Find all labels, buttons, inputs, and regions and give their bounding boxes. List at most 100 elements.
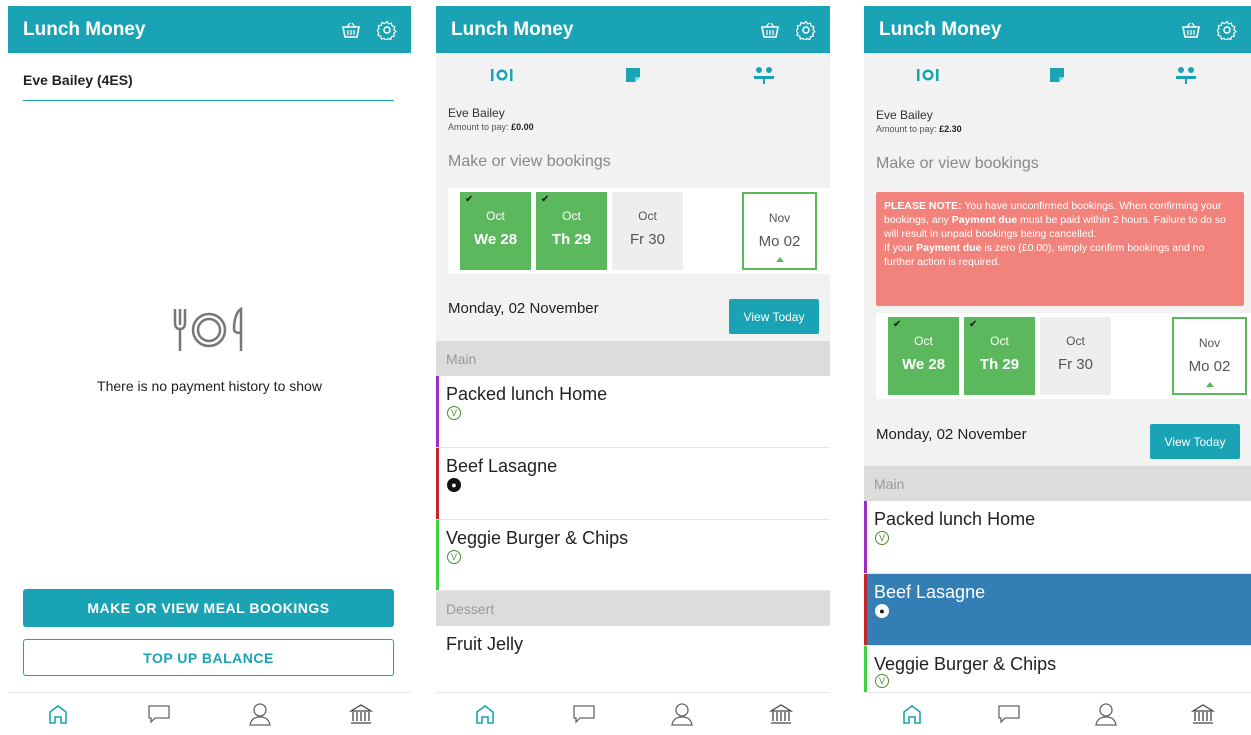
plate-cutlery-icon bbox=[169, 305, 251, 360]
bank-icon[interactable] bbox=[1154, 702, 1251, 726]
bottom-nav bbox=[436, 692, 830, 735]
meal-item[interactable]: Packed lunch Home V bbox=[864, 501, 1251, 574]
day-month: Oct bbox=[914, 334, 933, 348]
day-month: Oct bbox=[990, 334, 1009, 348]
screen-payment-history: Lunch Money Eve Bailey (4ES) There is no… bbox=[8, 0, 411, 735]
gear-icon[interactable] bbox=[377, 20, 397, 40]
basket-icon[interactable] bbox=[1181, 21, 1201, 39]
day-nov-02[interactable]: Nov Mo 02 bbox=[1172, 317, 1247, 395]
gear-icon[interactable] bbox=[796, 20, 816, 40]
checkmark-icon: ✔ bbox=[541, 194, 550, 205]
day-oct-28[interactable]: ✔ Oct We 28 bbox=[460, 192, 531, 270]
day-month: Oct bbox=[486, 209, 505, 223]
basket-icon[interactable] bbox=[341, 21, 361, 39]
day-oct-30[interactable]: Oct Fr 30 bbox=[612, 192, 683, 270]
child-name: Eve Bailey bbox=[448, 106, 505, 120]
date-strip: ✔ Oct We 28 ✔ Oct Th 29 Oct Fr 30 Nov Mo… bbox=[448, 188, 830, 274]
day-month: Nov bbox=[768, 211, 791, 225]
checkmark-icon: ✔ bbox=[893, 319, 902, 330]
meal-item[interactable]: Veggie Burger & Chips V bbox=[864, 646, 1251, 694]
notice-label: PLEASE NOTE: bbox=[884, 200, 962, 212]
user-icon[interactable] bbox=[1058, 702, 1155, 726]
meal-accent bbox=[436, 376, 439, 447]
plate-cutlery-icon[interactable] bbox=[437, 53, 567, 97]
meal-accent bbox=[864, 501, 867, 573]
bottom-nav bbox=[864, 692, 1251, 735]
note-icon[interactable] bbox=[568, 53, 698, 97]
day-label: Fr 30 bbox=[629, 231, 665, 248]
home-icon[interactable] bbox=[864, 703, 961, 725]
chat-icon[interactable] bbox=[961, 704, 1058, 724]
day-oct-30[interactable]: Oct Fr 30 bbox=[1040, 317, 1111, 395]
day-label: Fr 30 bbox=[1057, 356, 1093, 373]
app-title: Lunch Money bbox=[879, 18, 1002, 40]
day-label: We 28 bbox=[901, 356, 946, 373]
meal-accent bbox=[436, 448, 439, 519]
section-dessert: Dessert bbox=[436, 591, 830, 626]
section-tabs bbox=[864, 53, 1251, 97]
app-title: Lunch Money bbox=[451, 18, 574, 40]
view-today-button[interactable]: View Today bbox=[1150, 424, 1240, 459]
day-oct-29[interactable]: ✔ Oct Th 29 bbox=[964, 317, 1035, 395]
meal-item[interactable]: Veggie Burger & Chips V bbox=[436, 520, 830, 591]
user-icon[interactable] bbox=[633, 702, 732, 726]
make-view-bookings-heading: Make or view bookings bbox=[876, 155, 1039, 172]
app-bar: Lunch Money bbox=[436, 6, 830, 53]
bank-icon[interactable] bbox=[732, 702, 831, 726]
make-view-bookings-heading: Make or view bookings bbox=[448, 153, 611, 170]
home-icon[interactable] bbox=[436, 703, 535, 725]
screen-bookings-unconfirmed: Lunch Money Eve Bailey Amount to pay: £2… bbox=[864, 0, 1251, 735]
day-month: Oct bbox=[1066, 334, 1085, 348]
selected-date-heading: Monday, 02 November bbox=[448, 300, 599, 317]
selected-date-heading: Monday, 02 November bbox=[876, 426, 1027, 443]
meal-item[interactable]: Beef Lasagne ● bbox=[436, 448, 830, 520]
day-label: Th 29 bbox=[979, 356, 1020, 373]
meal-name: Packed lunch Home bbox=[874, 509, 1036, 529]
meal-name: Fruit Jelly bbox=[446, 634, 524, 654]
basket-icon[interactable] bbox=[760, 21, 780, 39]
home-icon[interactable] bbox=[8, 703, 109, 725]
day-month: Oct bbox=[562, 209, 581, 223]
gear-icon[interactable] bbox=[1217, 20, 1237, 40]
vegetarian-icon: V bbox=[447, 550, 461, 564]
view-today-button[interactable]: View Today bbox=[729, 299, 819, 334]
meal-accent bbox=[864, 646, 867, 694]
notice-bold: Payment due bbox=[916, 242, 982, 254]
meal-item[interactable]: Fruit Jelly bbox=[436, 626, 830, 692]
chat-icon[interactable] bbox=[109, 704, 210, 724]
user-icon[interactable] bbox=[210, 702, 311, 726]
chat-icon[interactable] bbox=[535, 704, 634, 724]
meal-name: Veggie Burger & Chips bbox=[874, 654, 1057, 674]
day-month: Nov bbox=[1198, 336, 1221, 350]
plate-cutlery-icon[interactable] bbox=[865, 53, 993, 97]
day-oct-29[interactable]: ✔ Oct Th 29 bbox=[536, 192, 607, 270]
beef-icon: ● bbox=[875, 604, 889, 618]
people-icon[interactable] bbox=[1123, 53, 1251, 97]
day-label: Mo 02 bbox=[1188, 358, 1231, 375]
meal-item[interactable]: Packed lunch Home V bbox=[436, 376, 830, 448]
screen-bookings: Lunch Money Eve Bailey Amount to pay: £0… bbox=[436, 0, 830, 735]
top-up-balance-button[interactable]: TOP UP BALANCE bbox=[23, 639, 394, 676]
empty-state-message: There is no payment history to show bbox=[97, 378, 322, 394]
amount-to-pay: Amount to pay: £2.30 bbox=[876, 124, 962, 134]
people-icon[interactable] bbox=[699, 53, 829, 97]
day-month: Oct bbox=[638, 209, 657, 223]
selected-indicator bbox=[775, 257, 784, 262]
section-main: Main bbox=[864, 466, 1251, 501]
vegetarian-icon: V bbox=[875, 531, 889, 545]
day-oct-28[interactable]: ✔ Oct We 28 bbox=[888, 317, 959, 395]
amount-value: £2.30 bbox=[939, 124, 962, 134]
bank-icon[interactable] bbox=[310, 702, 411, 726]
amount-label: Amount to pay: bbox=[876, 124, 937, 134]
child-underline bbox=[23, 100, 394, 101]
amount-label: Amount to pay: bbox=[448, 122, 509, 132]
selected-indicator bbox=[1205, 382, 1214, 387]
meal-item-selected[interactable]: Beef Lasagne ● bbox=[864, 574, 1251, 646]
make-view-bookings-button[interactable]: MAKE OR VIEW MEAL BOOKINGS bbox=[23, 589, 394, 627]
day-nov-02[interactable]: Nov Mo 02 bbox=[742, 192, 817, 270]
section-tabs bbox=[436, 53, 830, 97]
amount-value: £0.00 bbox=[511, 122, 534, 132]
meal-name: Veggie Burger & Chips bbox=[446, 528, 629, 548]
child-name[interactable]: Eve Bailey (4ES) bbox=[23, 72, 133, 88]
note-icon[interactable] bbox=[994, 53, 1122, 97]
